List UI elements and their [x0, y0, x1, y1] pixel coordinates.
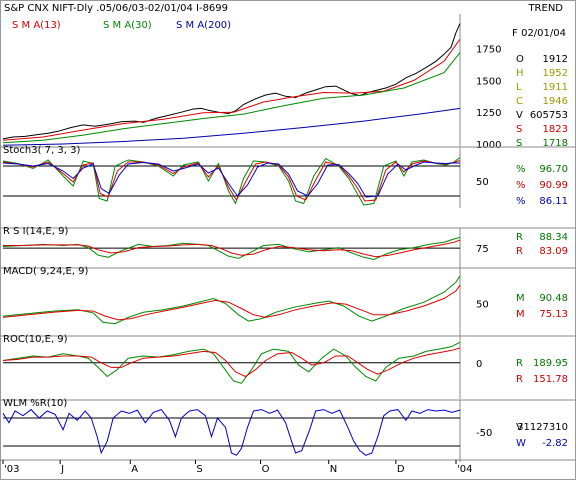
chart-root: S&P CNX NIFT-Dly .05/06/03-02/01/04 I-86…	[0, 0, 576, 480]
trend-label: TREND	[527, 3, 563, 14]
y-tick-label: 50	[476, 177, 489, 188]
info-value: 151.78	[533, 374, 568, 385]
x-tick-label: S	[196, 464, 202, 475]
y-tick-label: 50	[476, 300, 489, 311]
y-tick-label: 1750	[476, 45, 501, 56]
y-tick-label: -50	[476, 428, 492, 439]
panel-title: ROC(10,E, 9)	[3, 334, 68, 345]
info-key: V	[516, 110, 523, 121]
legend-entry: S M A(13)	[12, 20, 61, 31]
y-tick-label: 1500	[476, 76, 501, 87]
x-tick-label: '04	[457, 464, 472, 475]
x-tick-label: '03	[4, 464, 19, 475]
x-tick-label: J	[60, 464, 64, 475]
x-tick-label: O	[262, 464, 270, 475]
x-tick-label: N	[330, 464, 337, 475]
info-key: L	[516, 82, 522, 93]
panel-title: WLM %R(10)	[3, 398, 67, 409]
info-value: 189.95	[533, 358, 568, 369]
info-key: H	[516, 68, 524, 79]
info-value: 1952	[543, 68, 568, 79]
y-tick-label: 1250	[476, 108, 501, 119]
info-key: R	[516, 232, 523, 243]
x-tick-label: D	[397, 464, 405, 475]
technical-chart: S&P CNX NIFT-Dly .05/06/03-02/01/04 I-86…	[0, 0, 576, 480]
panel-title: MACD( 9,24,E, 9)	[3, 266, 89, 277]
info-value: 90.48	[539, 293, 568, 304]
info-key: F	[512, 28, 518, 39]
info-value: 02/01/04	[521, 28, 566, 39]
info-value: 86.11	[539, 196, 568, 207]
info-value: -2.82	[542, 438, 568, 449]
info-key: S	[516, 124, 522, 135]
info-value: 83.09	[539, 246, 568, 257]
info-key: %	[516, 196, 526, 207]
panel-title: Stoch3( 7, 3, 3)	[3, 145, 80, 156]
y-tick-label: 0	[476, 359, 482, 370]
panel-title: R S I(14,E, 9)	[3, 226, 68, 237]
chart-frame	[0, 0, 576, 480]
info-value: 75.13	[539, 309, 568, 320]
info-key: R	[516, 358, 523, 369]
info-key: %	[516, 180, 526, 191]
info-value: 96.70	[539, 164, 568, 175]
info-value: 90.99	[539, 180, 568, 191]
info-key: R	[516, 374, 523, 385]
legend-entry: S M A(30)	[103, 20, 152, 31]
info-key: R	[516, 246, 523, 257]
chart-title: S&P CNX NIFT-Dly .05/06/03-02/01/04 I-86…	[4, 3, 228, 14]
info-value: 605753	[530, 110, 568, 121]
info-value: 1911	[543, 82, 568, 93]
legend-entry: S M A(200)	[176, 20, 231, 31]
info-value: 88.34	[539, 232, 568, 243]
info-key: W	[516, 438, 526, 449]
y-tick-label: 1000	[476, 140, 501, 151]
info-key: M	[516, 309, 525, 320]
info-value: 1946	[543, 96, 568, 107]
info-value: 31127310	[517, 422, 568, 433]
info-key: O	[516, 54, 524, 65]
info-value: 1912	[543, 54, 568, 65]
info-value: 1823	[543, 124, 568, 135]
info-key: %	[516, 164, 526, 175]
y-tick-label: 75	[476, 244, 489, 255]
info-key: C	[516, 96, 523, 107]
info-key: M	[516, 293, 525, 304]
x-tick-label: A	[131, 464, 138, 475]
